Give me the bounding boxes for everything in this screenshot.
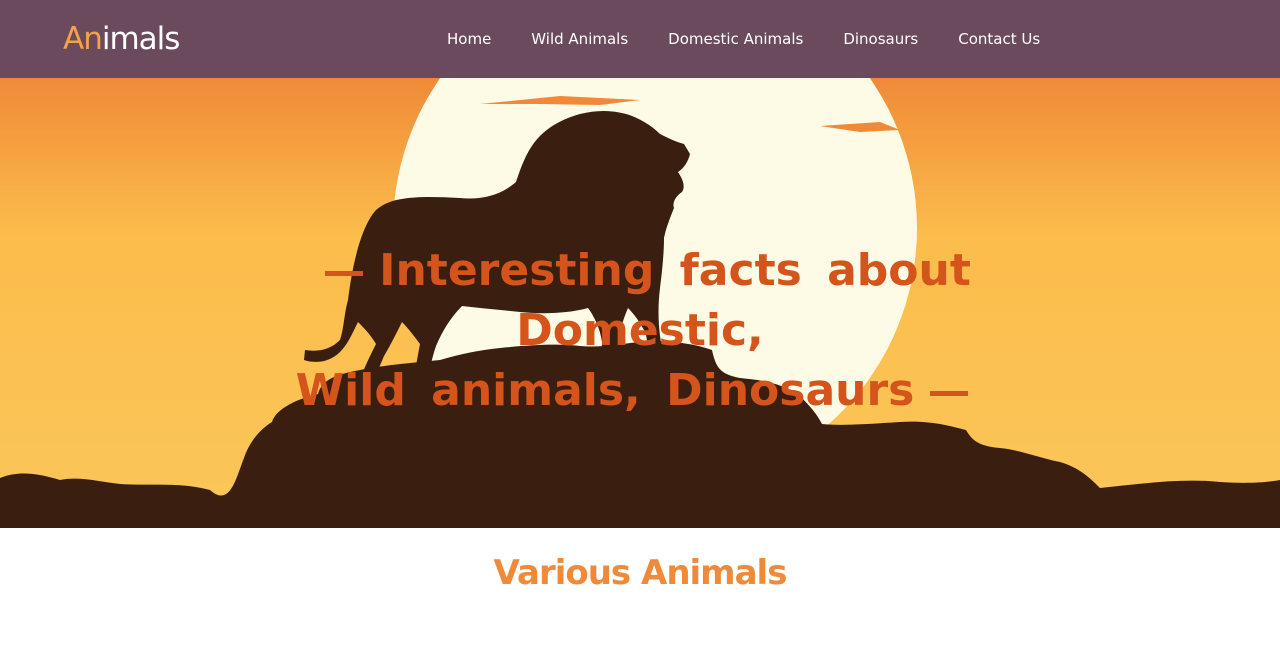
nav-link-domestic-animals[interactable]: Domestic Animals bbox=[668, 29, 803, 49]
headline-dash-right bbox=[930, 390, 969, 396]
main-navigation: Home Wild Animals Domestic Animals Dinos… bbox=[447, 29, 1040, 49]
hero-headline-line2: Wild animals, Dinosaurs bbox=[295, 365, 915, 416]
nav-link-home[interactable]: Home bbox=[447, 29, 491, 49]
nav-link-contact-us[interactable]: Contact Us bbox=[958, 29, 1040, 49]
hero-headline: Interesting facts about Domestic, Wild a… bbox=[240, 241, 1040, 421]
site-logo[interactable]: Animals bbox=[63, 20, 181, 58]
top-navbar: Animals Home Wild Animals Domestic Anima… bbox=[0, 0, 1280, 78]
hero-banner: Interesting facts about Domestic, Wild a… bbox=[0, 78, 1280, 528]
logo-accent-text: An bbox=[63, 21, 103, 57]
headline-dash-left bbox=[325, 270, 364, 276]
logo-text: imals bbox=[101, 21, 181, 57]
hero-headline-line1: Interesting facts about Domestic, bbox=[379, 245, 971, 356]
nav-link-dinosaurs[interactable]: Dinosaurs bbox=[843, 29, 918, 49]
section-title: Various Animals bbox=[493, 553, 788, 593]
nav-link-wild-animals[interactable]: Wild Animals bbox=[531, 29, 628, 49]
